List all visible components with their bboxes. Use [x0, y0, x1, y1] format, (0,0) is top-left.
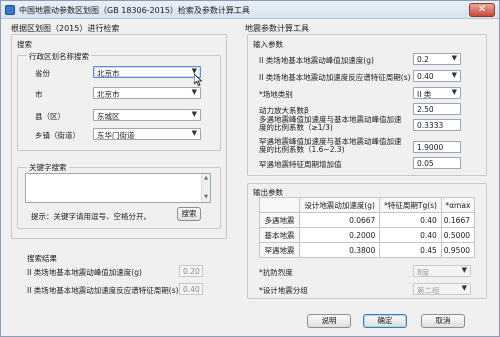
rare-tg-value: 0.05: [417, 159, 434, 168]
result-tg-label: II 类场地基本地震动加速度反应谱特征周期(s): [27, 286, 179, 295]
cell-accel: 0.2000: [298, 227, 381, 243]
results-title: 搜索结果: [27, 254, 57, 263]
search-button[interactable]: 搜索: [177, 207, 201, 221]
result-pga-label: II 类场地基本地震动峰值加速度(g): [27, 268, 142, 277]
header-cell: *αmax: [440, 197, 476, 213]
result-tg-field: 0.40: [179, 283, 203, 295]
right-panel-title: 地震参数计算工具: [245, 24, 309, 33]
province-select[interactable]: 北京市 ▼: [93, 66, 201, 78]
design-group-select: 第二组 ▼: [413, 283, 471, 295]
intensity-label: *抗防烈度: [259, 268, 293, 277]
ok-button[interactable]: 确定: [363, 314, 407, 328]
rare-ratio-value: 1.9000: [417, 143, 444, 152]
frequent-ratio-value: 0.3333: [417, 121, 444, 130]
name-search-title: 行政区划名称搜索: [27, 51, 91, 62]
town-select[interactable]: 东华门街道 ▼: [93, 128, 201, 140]
help-button[interactable]: 说明: [307, 314, 351, 328]
input-group-title: 输入参数: [253, 40, 283, 49]
title-bar[interactable]: 中国地震动参数区划图（GB 18306-2015）检索及参数计算工具 ✕: [1, 1, 499, 19]
result-tg-value: 0.40: [183, 285, 200, 294]
result-pga-value: 0.20: [183, 267, 200, 276]
city-select[interactable]: 北京市 ▼: [93, 87, 201, 99]
cell-tg: 0.40: [379, 212, 442, 228]
output-table: 设计地震动加速度(g) *特征周期Tg(s) *αmax 多遇地震 0.0667…: [259, 197, 476, 258]
intensity-select: 8度 ▼: [413, 265, 471, 277]
chevron-down-icon: ▼: [451, 88, 457, 96]
table-row: 罕遇地震 0.3800 0.45 0.9500: [259, 242, 476, 258]
cell-amax: 0.5000: [440, 227, 476, 243]
province-label: 省份: [35, 69, 50, 78]
window-title: 中国地震动参数区划图（GB 18306-2015）检索及参数计算工具: [19, 6, 250, 15]
main-window: 中国地震动参数区划图（GB 18306-2015）检索及参数计算工具 ✕ 根据区…: [0, 0, 500, 337]
table-row: 多遇地震 0.0667 0.40 0.1667: [259, 212, 476, 228]
county-select[interactable]: 东城区 ▼: [93, 109, 201, 121]
cell-amax: 0.1667: [440, 212, 476, 228]
cancel-button[interactable]: 取消: [421, 314, 465, 328]
input-tg-select[interactable]: 0.40 ▼: [413, 70, 461, 82]
app-icon: [5, 5, 15, 15]
row-name: 基本地震: [259, 227, 300, 243]
input-pga-value: 0.2: [417, 55, 429, 64]
scroll-down-icon[interactable]: ▼: [202, 193, 210, 202]
beta-field[interactable]: 2.50: [413, 103, 461, 115]
cell-accel: 0.0667: [298, 212, 381, 228]
chevron-down-icon: ▼: [451, 71, 457, 79]
cell-amax: 0.9500: [440, 242, 476, 258]
cell-accel: 0.3800: [298, 242, 381, 258]
scroll-up-icon[interactable]: ▲: [202, 174, 210, 183]
design-group-value: 第二组: [417, 286, 440, 295]
left-panel-title: 根据区划图（2015）进行检索: [11, 24, 120, 33]
row-name: 多遇地震: [259, 212, 300, 228]
site-class-value: II 类: [417, 90, 432, 99]
keyword-search-title: 关键字搜索: [27, 162, 69, 173]
row-name: 罕遇地震: [259, 242, 300, 258]
county-label: 县（区）: [35, 112, 65, 121]
input-tg-label: II 类场地基本地震动加速度反应谱特征周期(s): [259, 73, 411, 82]
frequent-ratio-field[interactable]: 0.3333: [413, 119, 461, 131]
chevron-down-icon: ▼: [461, 284, 467, 292]
town-label: 乡镇（街道）: [35, 131, 80, 140]
rare-ratio-label: 罕遇地震峰值加速度与基本地震动峰值加速度的比例系数（1.6~2.3): [259, 137, 402, 154]
keyword-scrollbar[interactable]: ▲ ▼: [201, 174, 210, 202]
header-cell: 设计地震动加速度(g): [298, 197, 381, 213]
rare-ratio-field[interactable]: 1.9000: [413, 141, 461, 153]
header-cell: [259, 197, 300, 213]
rare-tg-label: 罕遇地震特征周期增加值: [259, 160, 342, 169]
site-class-select[interactable]: II 类 ▼: [413, 87, 461, 99]
county-value: 东城区: [97, 112, 120, 121]
chevron-down-icon: ▼: [451, 54, 457, 62]
design-group-label: *设计地震分组: [259, 286, 308, 295]
input-pga-label: II 类场地基本地震动峰值加速度(g): [259, 56, 374, 65]
site-class-label: *场地类别: [259, 90, 293, 99]
search-group-title: 搜索: [17, 40, 32, 49]
frequent-ratio-label: 多遇地震峰值加速度与基本地震动峰值加速度的比例系数（≥1/3): [259, 115, 402, 132]
table-row: 基本地震 0.2000 0.40 0.5000: [259, 227, 476, 243]
close-button[interactable]: ✕: [469, 3, 495, 17]
town-value: 东华门街道: [97, 131, 135, 140]
chevron-down-icon: ▼: [461, 266, 467, 274]
mouse-cursor-icon: [194, 74, 202, 86]
cell-tg: 0.45: [379, 242, 442, 258]
result-pga-field: 0.20: [179, 265, 203, 277]
keyword-input[interactable]: ▲ ▼: [25, 173, 211, 203]
header-cell: *特征周期Tg(s): [379, 197, 442, 213]
input-tg-value: 0.40: [417, 72, 434, 81]
cell-tg: 0.40: [379, 227, 442, 243]
city-value: 北京市: [97, 90, 120, 99]
rare-tg-field[interactable]: 0.05: [413, 157, 461, 169]
chevron-down-icon: ▼: [191, 129, 197, 137]
city-label: 市: [35, 90, 43, 99]
chevron-down-icon: ▼: [191, 110, 197, 118]
table-header-row: 设计地震动加速度(g) *特征周期Tg(s) *αmax: [259, 197, 476, 213]
province-value: 北京市: [97, 69, 120, 78]
intensity-value: 8度: [417, 268, 430, 277]
input-pga-select[interactable]: 0.2 ▼: [413, 53, 461, 65]
chevron-down-icon: ▼: [191, 88, 197, 96]
keyword-hint: 提示：关键字请用逗号、空格分开。: [31, 212, 151, 221]
beta-value: 2.50: [417, 105, 434, 114]
